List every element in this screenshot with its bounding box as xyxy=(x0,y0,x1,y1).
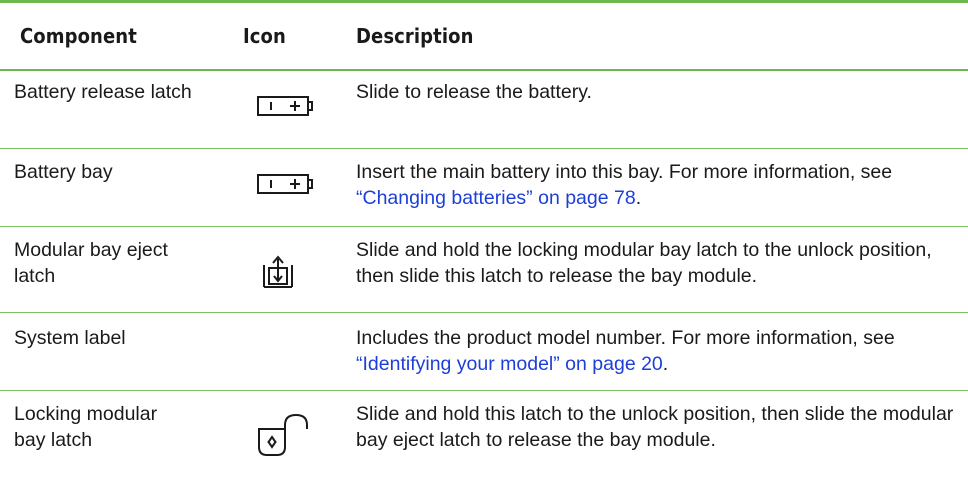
component-description: Insert the main battery into this bay. F… xyxy=(356,161,893,209)
table-row: Modular bay eject latch Slide and hold t… xyxy=(0,227,968,313)
component-name: Locking modular bay latch xyxy=(14,403,158,451)
component-name: System label xyxy=(14,327,126,349)
component-table: Component Icon Description Battery relea… xyxy=(0,0,968,475)
bay-eject-icon xyxy=(262,255,294,289)
header-icon: Icon xyxy=(243,24,286,48)
unlock-icon xyxy=(256,413,310,457)
component-name: Modular bay eject latch xyxy=(14,239,168,287)
component-name: Battery bay xyxy=(14,161,113,183)
component-description: Slide and hold the locking modular bay l… xyxy=(356,239,932,287)
table-header: Component Icon Description xyxy=(0,3,968,71)
component-description: Slide and hold this latch to the unlock … xyxy=(356,403,954,451)
table-row: Battery release latch Slide to release t… xyxy=(0,71,968,149)
battery-icon xyxy=(256,95,314,117)
header-component: Component xyxy=(20,24,137,48)
identifying-your-model-link[interactable]: “Identifying your model” on page 20 xyxy=(356,353,663,375)
battery-icon xyxy=(256,173,314,195)
table-row: System label Includes the product model … xyxy=(0,313,968,391)
component-description: Slide to release the battery. xyxy=(356,81,592,103)
component-name: Battery release latch xyxy=(14,81,192,103)
component-description: Includes the product model number. For m… xyxy=(356,327,895,375)
table-row: Locking modular bay latch Slide and hold… xyxy=(0,391,968,475)
changing-batteries-link[interactable]: “Changing batteries” on page 78 xyxy=(356,187,636,209)
header-description: Description xyxy=(356,24,474,48)
table-row: Battery bay Insert the main battery into… xyxy=(0,149,968,227)
